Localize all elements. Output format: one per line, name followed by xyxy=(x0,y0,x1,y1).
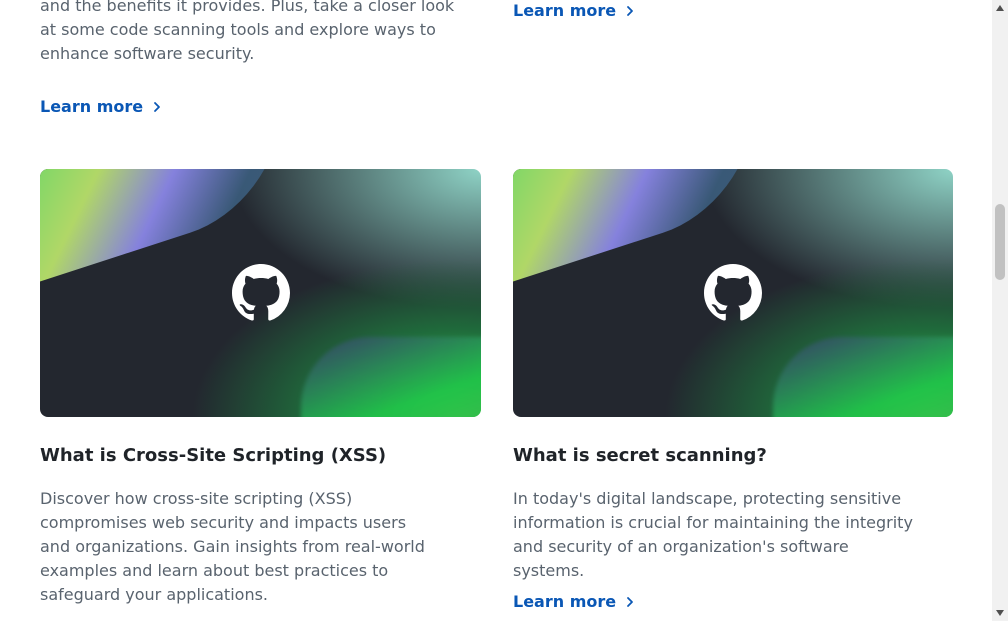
decorative-shape xyxy=(301,337,481,417)
chevron-right-icon xyxy=(627,5,634,16)
card-image[interactable] xyxy=(40,169,481,417)
description-line: at some code scanning tools and explore … xyxy=(40,20,436,39)
github-logo-icon xyxy=(231,264,290,321)
article-card: What is Cross-Site Scripting (XSS) Disco… xyxy=(40,169,481,621)
article-description: Discover how cross-site scripting (XSS) … xyxy=(40,489,425,604)
description-line: and the benefits it provides. Plus, take… xyxy=(40,0,455,15)
learn-more-label: Learn more xyxy=(513,1,617,20)
chevron-right-icon xyxy=(627,596,634,607)
learn-more-link[interactable]: Learn more xyxy=(513,1,636,20)
learn-more-label: Learn more xyxy=(513,592,617,611)
vertical-scrollbar[interactable] xyxy=(992,0,1008,621)
learn-more-link[interactable]: Learn more xyxy=(513,592,636,611)
learn-more-label: Learn more xyxy=(40,97,144,116)
chevron-right-icon xyxy=(154,101,161,112)
article-description: In today's digital landscape, protecting… xyxy=(513,489,913,580)
article-title[interactable]: What is Cross-Site Scripting (XSS) xyxy=(40,444,386,468)
article-title[interactable]: What is secret scanning? xyxy=(513,444,767,468)
decorative-shape xyxy=(773,337,953,417)
scrollbar-thumb[interactable] xyxy=(995,204,1005,280)
article-description: and the benefits it provides. Plus, take… xyxy=(40,0,481,66)
learn-more-link[interactable]: Learn more xyxy=(40,97,163,116)
scroll-up-arrow-icon[interactable] xyxy=(996,5,1004,11)
description-line: enhance software security. xyxy=(40,44,255,63)
articles-page: and the benefits it provides. Plus, take… xyxy=(0,0,992,621)
article-card: What is secret scanning? In today's digi… xyxy=(513,169,953,621)
article-teaser-top-left: and the benefits it provides. Plus, take… xyxy=(40,0,481,66)
github-logo-icon xyxy=(704,264,762,321)
card-image[interactable] xyxy=(513,169,953,417)
scroll-down-arrow-icon[interactable] xyxy=(996,610,1004,616)
